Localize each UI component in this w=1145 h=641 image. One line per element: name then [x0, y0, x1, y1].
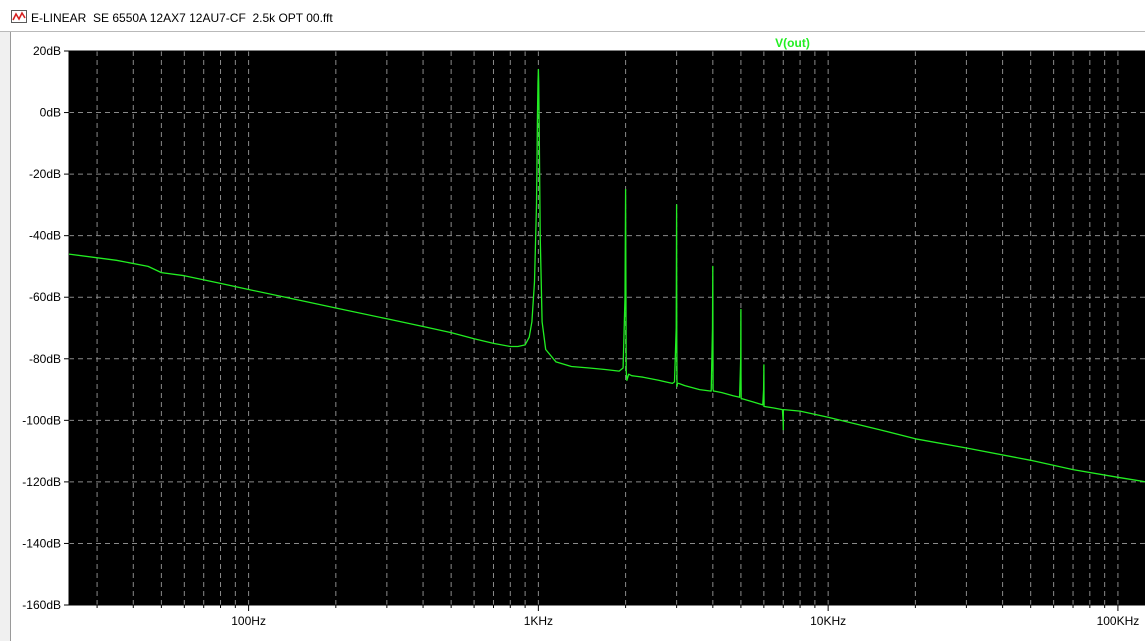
- y-tick-label: 20dB: [33, 44, 61, 58]
- x-tick-label: 10KHz: [810, 614, 846, 628]
- title-bar[interactable]: E-LINEAR SE 6550A 12AX7 12AU7-CF 2.5k OP…: [0, 0, 1145, 32]
- y-tick-label: -140dB: [22, 536, 61, 550]
- y-tick-label: -100dB: [22, 413, 61, 427]
- x-tick-label: 1KHz: [524, 614, 553, 628]
- x-tick-label: 100Hz: [231, 614, 266, 628]
- y-tick-label: 0dB: [40, 106, 61, 120]
- trace-legend-label[interactable]: V(out): [775, 36, 810, 50]
- y-tick-label: -40dB: [29, 229, 61, 243]
- plot-area[interactable]: [69, 51, 1145, 605]
- fft-plot[interactable]: 20dB 0dB -20dB -40dB -60dB -80dB -100dB -120dB -…: [11, 32, 1145, 641]
- window-title: E-LINEAR SE 6550A 12AX7 12AU7-CF 2.5k OP…: [31, 11, 333, 25]
- x-tick-label: 100KHz: [1097, 614, 1140, 628]
- plot-pane[interactable]: 20dB 0dB -20dB -40dB -60dB -80dB -100dB -120dB -…: [10, 32, 1145, 641]
- y-tick-label: -120dB: [22, 475, 61, 489]
- y-tick-label: -20dB: [29, 167, 61, 181]
- y-tick-label: -160dB: [22, 598, 61, 612]
- waveform-icon: [11, 10, 27, 23]
- y-tick-label: -60dB: [29, 290, 61, 304]
- y-tick-label: -80dB: [29, 352, 61, 366]
